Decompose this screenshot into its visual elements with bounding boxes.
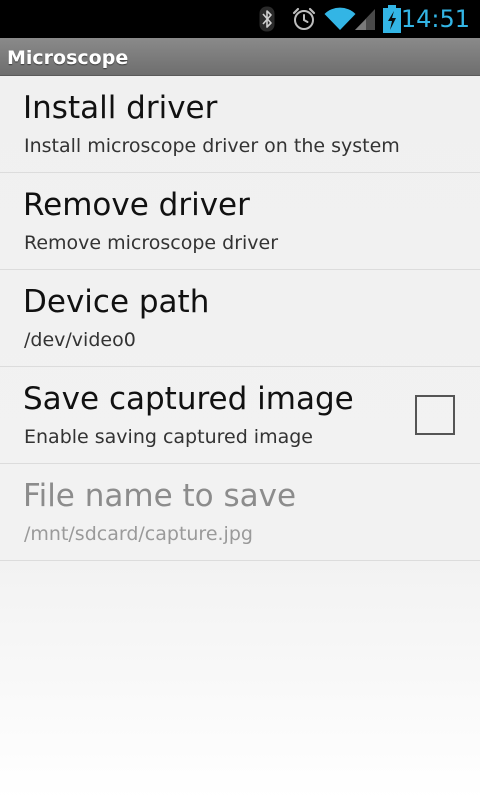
- app-title: Microscope: [7, 47, 129, 69]
- alarm-icon: [290, 0, 318, 38]
- pref-title: Install driver: [23, 90, 218, 126]
- preference-list: Install driver Install microscope driver…: [0, 76, 480, 561]
- pref-title: File name to save: [23, 478, 297, 514]
- title-bar: Microscope: [0, 38, 480, 76]
- pref-summary: Enable saving captured image: [24, 426, 313, 448]
- status-bar: 14:51: [0, 0, 480, 38]
- signal-icon: [352, 0, 378, 38]
- pref-summary: /dev/video0: [24, 329, 136, 351]
- save-image-checkbox[interactable]: [415, 395, 455, 435]
- pref-title: Save captured image: [23, 381, 354, 417]
- pref-title: Remove driver: [23, 187, 250, 223]
- pref-file-name-to-save: File name to save /mnt/sdcard/capture.jp…: [0, 464, 480, 561]
- pref-save-captured-image[interactable]: Save captured image Enable saving captur…: [0, 367, 480, 464]
- pref-install-driver[interactable]: Install driver Install microscope driver…: [0, 76, 480, 173]
- pref-summary: Remove microscope driver: [24, 232, 279, 254]
- status-clock: 14:51: [400, 5, 470, 33]
- pref-remove-driver[interactable]: Remove driver Remove microscope driver: [0, 173, 480, 270]
- pref-summary: /mnt/sdcard/capture.jpg: [24, 523, 253, 545]
- pref-title: Device path: [23, 284, 210, 320]
- pref-device-path[interactable]: Device path /dev/video0: [0, 270, 480, 367]
- bluetooth-icon: [256, 0, 278, 38]
- pref-summary: Install microscope driver on the system: [24, 135, 400, 157]
